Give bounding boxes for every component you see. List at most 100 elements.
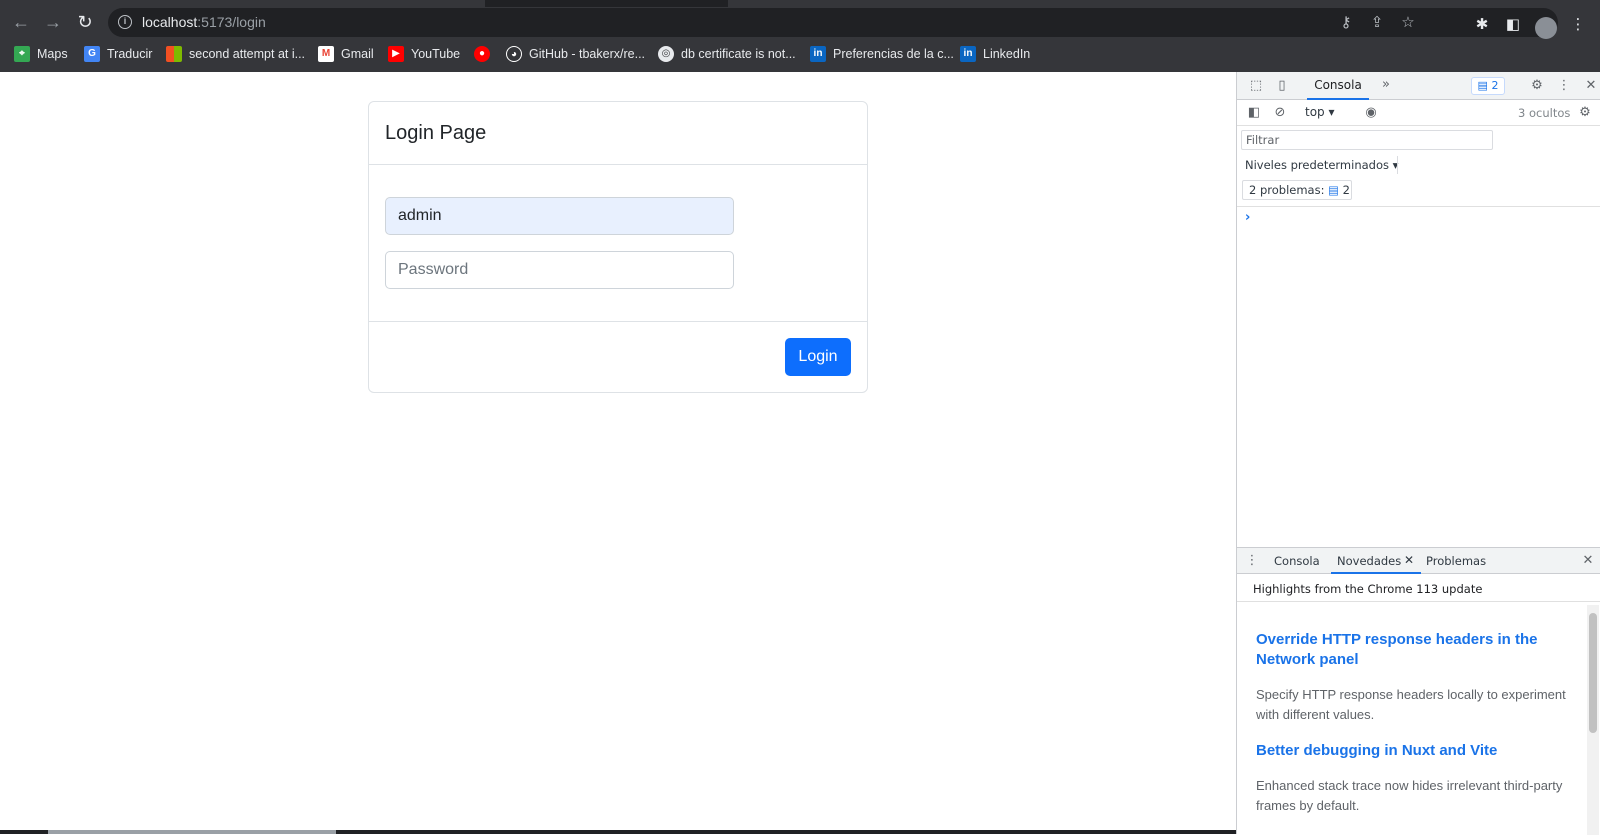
whats-new-item-title[interactable]: Better debugging in Nuxt and Vite	[1256, 741, 1576, 761]
bookmark-maps[interactable]: ⌖ Maps	[14, 45, 68, 63]
maps-icon: ⌖	[14, 46, 30, 62]
bookmark-label: YouTube	[411, 47, 461, 61]
card-footer: Login	[369, 321, 867, 392]
context-value: top	[1305, 105, 1325, 119]
device-toolbar-icon[interactable]: ▯	[1273, 77, 1291, 95]
bookmark-label: Traducir	[107, 47, 153, 61]
microsoft-icon	[166, 46, 182, 62]
side-panel-icon[interactable]: ◧	[1503, 15, 1523, 35]
back-arrow-icon[interactable]: ←	[9, 10, 33, 34]
console-prompt-icon[interactable]: ›	[1245, 210, 1250, 225]
address-bar[interactable]: i localhost:5173/login ⚷ ⇪ ☆	[108, 8, 1558, 37]
console-settings-gear-icon[interactable]: ⚙	[1576, 104, 1594, 122]
bookmark-label: db certificate is not...	[681, 47, 796, 61]
close-drawer-icon[interactable]: ✕	[1579, 552, 1597, 570]
bookmark-label: Gmail	[341, 47, 374, 61]
tab-console[interactable]: Consola	[1307, 72, 1369, 100]
whats-new-item-desc: Enhanced stack trace now hides irrelevan…	[1256, 778, 1563, 813]
login-card: Login Page admin Password Login	[368, 101, 868, 393]
bookmark-linkedin[interactable]: in LinkedIn	[960, 45, 1030, 63]
whats-new-item-title[interactable]: Override HTTP response headers in the Ne…	[1256, 630, 1576, 670]
forward-arrow-icon[interactable]: →	[41, 10, 65, 34]
menu-icon[interactable]: ⋮	[1568, 15, 1588, 35]
bookmark-gmail[interactable]: M Gmail	[318, 45, 374, 63]
clear-console-icon[interactable]: ⊘	[1271, 104, 1289, 122]
sidebar-toggle-icon[interactable]: ◧	[1245, 104, 1263, 122]
username-input[interactable]: admin	[385, 197, 734, 235]
eye-icon[interactable]: ◉	[1362, 104, 1380, 122]
issues-badge[interactable]: ▤ 2	[1471, 77, 1505, 95]
bookmark-preferencias[interactable]: in Preferencias de la c...	[810, 45, 954, 63]
devtools-tabbar: ⬚ ▯ Consola » ▤ 2 ⚙ ⋮ ✕	[1237, 72, 1600, 100]
close-tab-icon[interactable]: ✕	[1404, 553, 1414, 567]
context-selector[interactable]: top ▾	[1305, 105, 1335, 119]
reload-icon[interactable]: ↻	[73, 10, 97, 34]
music-icon: ●	[474, 46, 490, 62]
bookmark-github[interactable]: ◕ GitHub - tbakerx/re...	[506, 45, 645, 63]
extensions-icon[interactable]: ✱	[1472, 15, 1492, 35]
whats-new-header: Highlights from the Chrome 113 update	[1237, 574, 1600, 602]
bookmark-second-attempt[interactable]: second attempt at i...	[166, 45, 305, 63]
gear-icon[interactable]: ⚙	[1528, 77, 1546, 95]
bookmark-label: Preferencias de la c...	[833, 47, 954, 61]
drawer-scrollbar[interactable]	[1587, 605, 1599, 835]
avatar[interactable]	[1535, 17, 1557, 39]
drawer-tab-console[interactable]: Consola	[1274, 554, 1320, 568]
bookmark-youtube[interactable]: ▶ YouTube	[388, 45, 460, 63]
translate-icon: G	[84, 46, 100, 62]
card-header: Login Page	[369, 102, 867, 165]
drawer-tab-novedades[interactable]: Novedades	[1337, 554, 1401, 568]
console-toolbar: ◧ ⊘ top ▾ ◉ 3 ocultos ⚙	[1237, 100, 1600, 126]
gmail-icon: M	[318, 46, 334, 62]
globe-icon: ◎	[658, 46, 674, 62]
url-path: :5173/login	[197, 14, 266, 30]
hidden-messages-count: 3 ocultos	[1518, 106, 1571, 120]
scroll-indicator	[48, 830, 336, 834]
log-levels-label: Niveles predeterminados	[1245, 158, 1389, 172]
issues-count: 2	[1491, 79, 1499, 92]
problems-label: 2 problemas:	[1249, 183, 1325, 197]
problems-icon: ▤	[1328, 183, 1339, 197]
bookmark-traducir[interactable]: G Traducir	[84, 45, 152, 63]
bookmark-db-certificate[interactable]: ◎ db certificate is not...	[658, 45, 796, 63]
inspect-element-icon[interactable]: ⬚	[1247, 77, 1265, 95]
whats-new-item-desc: Specify HTTP response headers locally to…	[1256, 687, 1566, 722]
bookmarks-bar: ⌖ Maps G Traducir second attempt at i... M…	[0, 40, 1600, 68]
taskbar-edge	[0, 830, 1236, 834]
drawer-tabbar: ⋮ Consola Novedades ✕ Problemas ✕	[1237, 548, 1600, 574]
drawer-menu-icon[interactable]: ⋮	[1243, 552, 1261, 570]
filter-input[interactable]: Filtrar	[1241, 130, 1493, 150]
tab[interactable]	[728, 0, 1600, 7]
github-icon: ◕	[506, 46, 522, 62]
url-text[interactable]: localhost:5173/login	[142, 14, 266, 30]
password-input[interactable]: Password	[385, 251, 734, 289]
page-viewport: Login Page admin Password Login	[0, 72, 1236, 834]
share-icon[interactable]: ⇪	[1367, 13, 1387, 33]
close-icon[interactable]: ✕	[1582, 77, 1600, 95]
log-levels-dropdown[interactable]: Niveles predeterminados ▾	[1245, 158, 1398, 172]
key-icon[interactable]: ⚷	[1336, 13, 1356, 33]
problems-count: 2	[1342, 183, 1350, 197]
problems-button[interactable]: 2 problemas: ▤ 2	[1242, 180, 1352, 200]
site-info-icon[interactable]: i	[118, 15, 132, 29]
tab-strip	[0, 0, 1600, 7]
youtube-icon: ▶	[388, 46, 404, 62]
tab[interactable]	[0, 0, 485, 7]
bookmark-music[interactable]: ●	[474, 45, 497, 63]
browser-chrome: ← → ↻ i localhost:5173/login ⚷ ⇪ ☆ ✱ ◧ ⋮…	[0, 0, 1600, 72]
linkedin-icon: in	[960, 46, 976, 62]
more-tabs-icon[interactable]: »	[1377, 76, 1395, 94]
login-button[interactable]: Login	[785, 338, 851, 376]
divider	[1397, 156, 1398, 174]
scrollbar-thumb[interactable]	[1589, 613, 1597, 733]
page-title: Login Page	[385, 122, 487, 144]
toolbar: ← → ↻ i localhost:5173/login ⚷ ⇪ ☆ ✱ ◧ ⋮	[0, 7, 1600, 39]
kebab-menu-icon[interactable]: ⋮	[1555, 77, 1573, 95]
devtools-drawer: ⋮ Consola Novedades ✕ Problemas ✕ Highli…	[1237, 547, 1600, 835]
devtools-panel: ⬚ ▯ Consola » ▤ 2 ⚙ ⋮ ✕ ◧ ⊘ top ▾ ◉ 3 oc…	[1236, 72, 1600, 835]
chevron-down-icon: ▾	[1328, 105, 1335, 119]
star-icon[interactable]: ☆	[1398, 13, 1418, 33]
bookmark-label: Maps	[37, 47, 68, 61]
linkedin-icon: in	[810, 46, 826, 62]
drawer-tab-problemas[interactable]: Problemas	[1426, 554, 1486, 568]
